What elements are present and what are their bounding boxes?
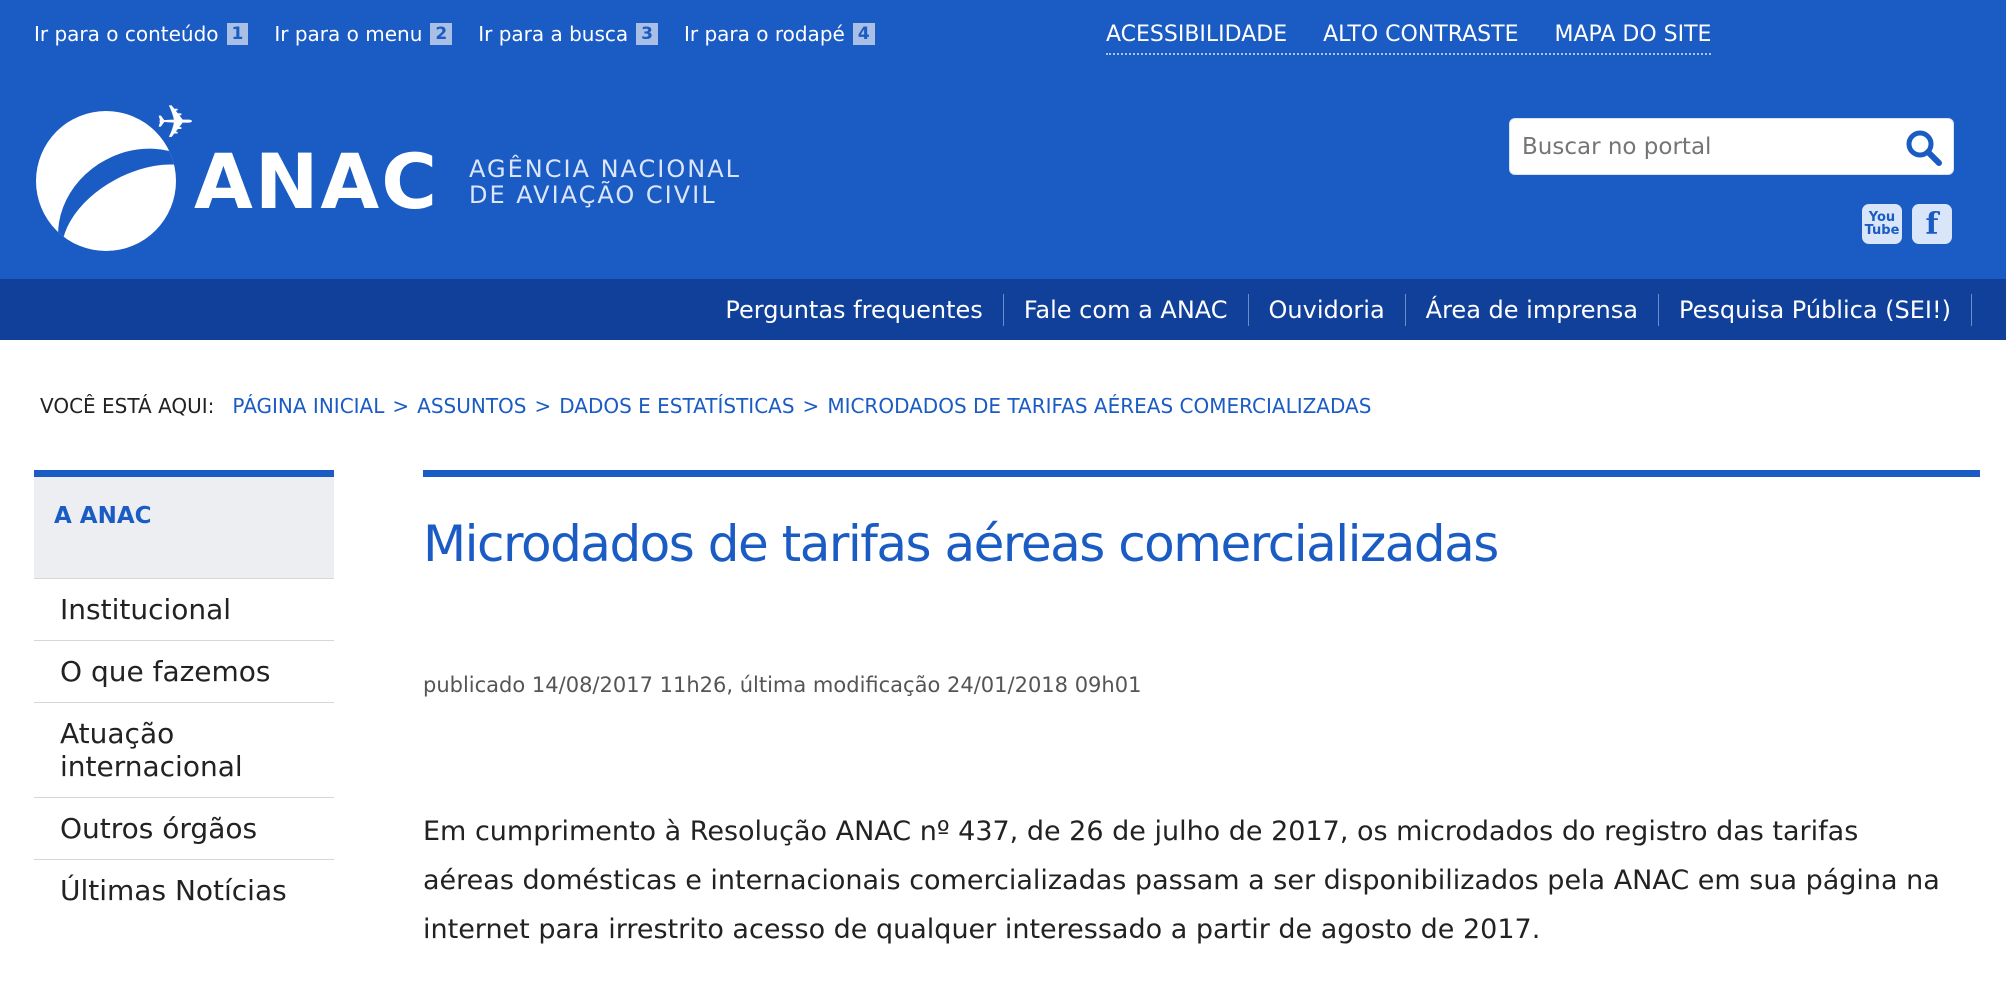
site-header: Ir para o conteúdo 1 Ir para o menu 2 Ir p…: [0, 0, 2006, 279]
main-content: Microdados de tarifas aéreas comercializ…: [423, 470, 1980, 954]
logo-fullname: AGÊNCIA NACIONAL DE AVIAÇÃO CIVIL: [469, 156, 741, 208]
facebook-glyph: f: [1925, 206, 1939, 242]
breadcrumb-label: VOCÊ ESTÁ AQUI:: [40, 394, 215, 418]
breadcrumb-data-statistics[interactable]: DADOS E ESTATÍSTICAS: [559, 394, 794, 418]
body-paragraph: Em cumprimento à Resolução ANAC nº 437, …: [423, 816, 1940, 945]
anac-logo[interactable]: ✈ ANAC AGÊNCIA NACIONAL DE AVIAÇÃO CIVIL: [36, 95, 756, 251]
breadcrumb: VOCÊ ESTÁ AQUI: PÁGINA INICIAL > ASSUNTO…: [40, 394, 1371, 418]
skip-to-menu-link[interactable]: Ir para o menu 2: [274, 22, 453, 46]
accessibility-link[interactable]: ACESSIBILIDADE: [1106, 22, 1287, 47]
logo-globe-icon: [36, 111, 176, 251]
breadcrumb-separator: >: [802, 394, 820, 418]
social-links: You Tube f: [1862, 204, 1952, 244]
facebook-icon[interactable]: f: [1912, 204, 1952, 244]
breadcrumb-home[interactable]: PÁGINA INICIAL: [232, 394, 384, 418]
access-key-badge: 4: [852, 23, 875, 45]
skip-link-label: Ir para o rodapé: [683, 22, 845, 46]
nav-public-survey[interactable]: Pesquisa Pública (SEI!): [1659, 293, 1972, 326]
logo-line-1: AGÊNCIA NACIONAL: [469, 155, 742, 183]
content-divider: [423, 470, 1980, 477]
high-contrast-link[interactable]: ALTO CONTRASTE: [1323, 22, 1518, 47]
sidebar-item-other-bodies[interactable]: Outros órgãos: [34, 797, 334, 859]
sidebar-item-international[interactable]: Atuação internacional: [34, 702, 334, 797]
logo-acronym: ANAC: [194, 137, 440, 226]
sidebar-item-latest-news[interactable]: Últimas Notícias: [34, 859, 334, 921]
search-input[interactable]: [1522, 131, 1892, 163]
sidebar-heading[interactable]: A ANAC: [34, 470, 334, 578]
youtube-icon[interactable]: You Tube: [1862, 204, 1902, 244]
breadcrumb-subjects[interactable]: ASSUNTOS: [417, 394, 526, 418]
airplane-icon: ✈: [156, 95, 195, 149]
sidebar-item-institutional[interactable]: Institucional: [34, 578, 334, 640]
search-box: [1509, 118, 1954, 175]
sidebar-item-what-we-do[interactable]: O que fazemos: [34, 640, 334, 702]
nav-press[interactable]: Área de imprensa: [1406, 293, 1659, 326]
publication-meta: publicado 14/08/2017 11h26, última modif…: [423, 673, 1142, 697]
search-icon[interactable]: [1903, 127, 1945, 169]
sidebar: A ANAC Institucional O que fazemos Atuaç…: [34, 470, 334, 921]
nav-contact[interactable]: Fale com a ANAC: [1004, 293, 1249, 326]
logo-line-2: DE AVIAÇÃO CIVIL: [469, 181, 717, 209]
skip-to-search-link[interactable]: Ir para a busca 3: [478, 22, 658, 46]
nav-faq[interactable]: Perguntas frequentes: [705, 293, 1004, 326]
nav-ombudsman[interactable]: Ouvidoria: [1249, 293, 1406, 326]
access-key-badge: 2: [430, 23, 453, 45]
breadcrumb-separator: >: [534, 394, 552, 418]
sitemap-link[interactable]: MAPA DO SITE: [1554, 22, 1711, 47]
skip-link-label: Ir para o conteúdo: [34, 22, 219, 46]
breadcrumb-current[interactable]: MICRODADOS DE TARIFAS AÉREAS COMERCIALIZ…: [827, 394, 1371, 418]
top-links: ACESSIBILIDADE ALTO CONTRASTE MAPA DO SI…: [1106, 22, 1712, 55]
skip-to-footer-link[interactable]: Ir para o rodapé 4: [684, 22, 875, 46]
skip-link-label: Ir para a busca: [478, 22, 629, 46]
main-navbar: Perguntas frequentes Fale com a ANAC Ouv…: [0, 279, 2006, 340]
access-key-badge: 3: [636, 23, 658, 45]
page-title: Microdados de tarifas aéreas comercializ…: [423, 515, 1499, 573]
youtube-text-2: Tube: [1864, 223, 1900, 238]
access-key-badge: 1: [226, 23, 249, 45]
breadcrumb-separator: >: [392, 394, 410, 418]
accessibility-bar: Ir para o conteúdo 1 Ir para o menu 2 Ir p…: [34, 22, 875, 46]
skip-to-content-link[interactable]: Ir para o conteúdo 1: [34, 22, 249, 46]
skip-link-label: Ir para o menu: [274, 22, 423, 46]
